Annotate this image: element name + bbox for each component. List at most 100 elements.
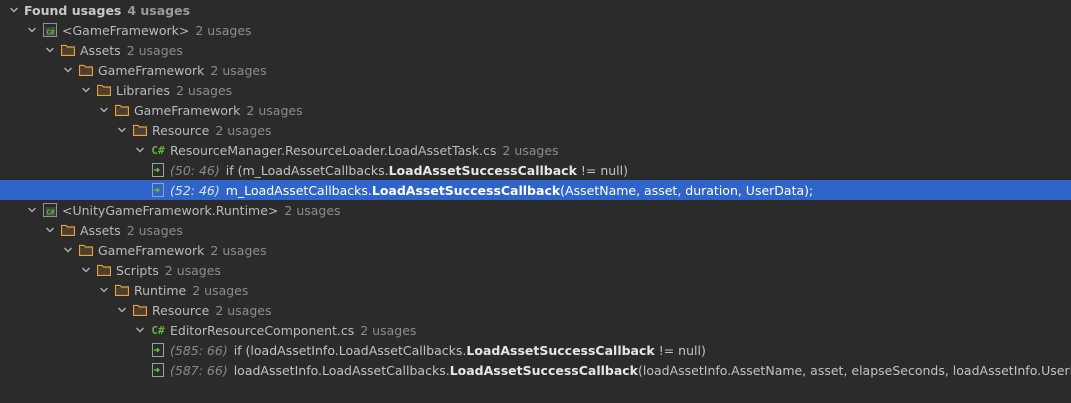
node-label: <UnityGameFramework.Runtime> xyxy=(62,202,279,218)
chevron-down-icon[interactable] xyxy=(78,262,94,278)
csharp-project-icon: C# xyxy=(42,202,58,218)
svg-text:C#: C# xyxy=(46,29,55,37)
file-row[interactable]: C# ResourceManager.ResourceLoader.LoadAss… xyxy=(0,140,1071,160)
file-row[interactable]: C# EditorResourceComponent.cs 2 usages xyxy=(0,320,1071,340)
usage-code-line: if (loadAssetInfo.LoadAssetCallbacks.Loa… xyxy=(234,343,706,358)
chevron-down-icon[interactable] xyxy=(114,302,130,318)
node-label: GameFramework xyxy=(98,62,205,78)
chevron-down-icon[interactable] xyxy=(132,142,148,158)
usage-count: 2 usages xyxy=(360,322,417,338)
usage-line-icon xyxy=(150,342,166,358)
usage-count: 2 usages xyxy=(126,42,183,58)
chevron-down-icon[interactable] xyxy=(6,2,22,18)
node-label: EditorResourceComponent.cs xyxy=(170,322,355,338)
chevron-down-icon[interactable] xyxy=(60,242,76,258)
code-prefix: if (m_LoadAssetCallbacks. xyxy=(225,162,389,178)
chevron-down-icon[interactable] xyxy=(42,222,58,238)
chevron-down-icon[interactable] xyxy=(60,62,76,78)
csharp-file-icon: C# xyxy=(151,323,165,337)
folder-row[interactable]: Runtime 2 usages xyxy=(0,280,1071,300)
chevron-down-icon[interactable] xyxy=(114,122,130,138)
folder-row[interactable]: Assets 2 usages xyxy=(0,40,1071,60)
chevron-down-icon[interactable] xyxy=(96,102,112,118)
node-label: Runtime xyxy=(134,282,187,298)
folder-icon xyxy=(114,282,130,298)
usage-count: 2 usages xyxy=(164,262,221,278)
svg-text:C#: C# xyxy=(46,209,55,217)
node-label: Assets xyxy=(80,222,121,238)
usage-code-line: m_LoadAssetCallbacks.LoadAssetSuccessCal… xyxy=(226,183,814,198)
usage-row[interactable]: (587: 66) loadAssetInfo.LoadAssetCallback… xyxy=(0,360,1071,380)
usage-count: 2 usages xyxy=(195,22,252,38)
node-label: Resource xyxy=(152,122,210,138)
folder-row[interactable]: GameFramework 2 usages xyxy=(0,240,1071,260)
usage-count: 2 usages xyxy=(210,242,267,258)
usage-count: 2 usages xyxy=(502,142,559,158)
found-usages-header[interactable]: Found usages 4 usages xyxy=(0,0,1071,20)
project-row[interactable]: C# <UnityGameFramework.Runtime> 2 usages xyxy=(0,200,1071,220)
code-prefix: m_LoadAssetCallbacks. xyxy=(225,182,372,198)
chevron-down-icon[interactable] xyxy=(24,202,40,218)
usage-line-icon xyxy=(150,162,166,178)
usage-location: (585: 66) xyxy=(170,342,228,358)
folder-row[interactable]: Libraries 2 usages xyxy=(0,80,1071,100)
usage-count: 2 usages xyxy=(192,282,249,298)
chevron-down-icon[interactable] xyxy=(42,42,58,58)
node-label: Scripts xyxy=(116,262,159,278)
usage-line-icon xyxy=(150,182,166,198)
header-title: Found usages xyxy=(24,2,122,18)
chevron-down-icon[interactable] xyxy=(24,22,40,38)
csharp-file-icon: C# xyxy=(151,143,165,157)
chevron-down-icon[interactable] xyxy=(132,322,148,338)
folder-row[interactable]: GameFramework 2 usages xyxy=(0,100,1071,120)
node-label: GameFramework xyxy=(134,102,241,118)
folder-icon xyxy=(96,82,112,98)
folder-icon xyxy=(60,42,76,58)
usage-count: 2 usages xyxy=(126,222,183,238)
folder-row[interactable]: Resource 2 usages xyxy=(0,300,1071,320)
folder-row[interactable]: GameFramework 2 usages xyxy=(0,60,1071,80)
folder-icon xyxy=(96,262,112,278)
node-label: GameFramework xyxy=(98,242,205,258)
chevron-down-icon[interactable] xyxy=(96,282,112,298)
chevron-down-icon[interactable] xyxy=(78,82,94,98)
usage-location: (52: 46) xyxy=(170,182,220,198)
code-suffix: (loadAssetInfo.AssetName, asset, elapseS… xyxy=(638,362,1071,378)
code-suffix: != null) xyxy=(654,342,706,358)
usage-line-icon xyxy=(150,362,166,378)
folder-icon xyxy=(60,222,76,238)
code-suffix: != null) xyxy=(576,162,629,178)
code-match: LoadAssetSuccessCallback xyxy=(466,342,655,358)
usage-location: (587: 66) xyxy=(170,362,228,378)
header-usage-count: 4 usages xyxy=(127,2,191,18)
usage-row[interactable]: (52: 46) m_LoadAssetCallbacks.LoadAssetSu… xyxy=(0,180,1071,200)
usage-row[interactable]: (50: 46) if (m_LoadAssetCallbacks.LoadAss… xyxy=(0,160,1071,180)
usage-location: (50: 46) xyxy=(170,162,220,178)
usage-count: 2 usages xyxy=(215,122,272,138)
code-prefix: if (loadAssetInfo.LoadAssetCallbacks. xyxy=(233,342,467,358)
usage-count: 2 usages xyxy=(284,202,341,218)
folder-icon xyxy=(78,62,94,78)
folder-row[interactable]: Scripts 2 usages xyxy=(0,260,1071,280)
node-label: <GameFramework> xyxy=(62,22,190,38)
project-row[interactable]: C# <GameFramework> 2 usages xyxy=(0,20,1071,40)
node-label: Assets xyxy=(80,42,121,58)
folder-row[interactable]: Assets 2 usages xyxy=(0,220,1071,240)
usage-count: 2 usages xyxy=(210,62,267,78)
node-label: Libraries xyxy=(116,82,170,98)
code-match: LoadAssetSuccessCallback xyxy=(388,162,577,178)
folder-icon xyxy=(78,242,94,258)
csharp-project-icon: C# xyxy=(42,22,58,38)
folder-icon xyxy=(114,102,130,118)
code-match: LoadAssetSuccessCallback xyxy=(371,182,561,198)
usage-code-line: loadAssetInfo.LoadAssetCallbacks.LoadAss… xyxy=(234,363,1071,378)
usage-count: 2 usages xyxy=(215,302,272,318)
usage-count: 2 usages xyxy=(176,82,233,98)
usage-code-line: if (m_LoadAssetCallbacks.LoadAssetSucces… xyxy=(226,163,628,178)
node-label: Resource xyxy=(152,302,210,318)
code-match: LoadAssetSuccessCallback xyxy=(449,362,638,378)
folder-row[interactable]: Resource 2 usages xyxy=(0,120,1071,140)
usage-row[interactable]: (585: 66) if (loadAssetInfo.LoadAssetCall… xyxy=(0,340,1071,360)
code-suffix: (AssetName, asset, duration, UserData); xyxy=(560,182,814,198)
usage-count: 2 usages xyxy=(246,102,303,118)
